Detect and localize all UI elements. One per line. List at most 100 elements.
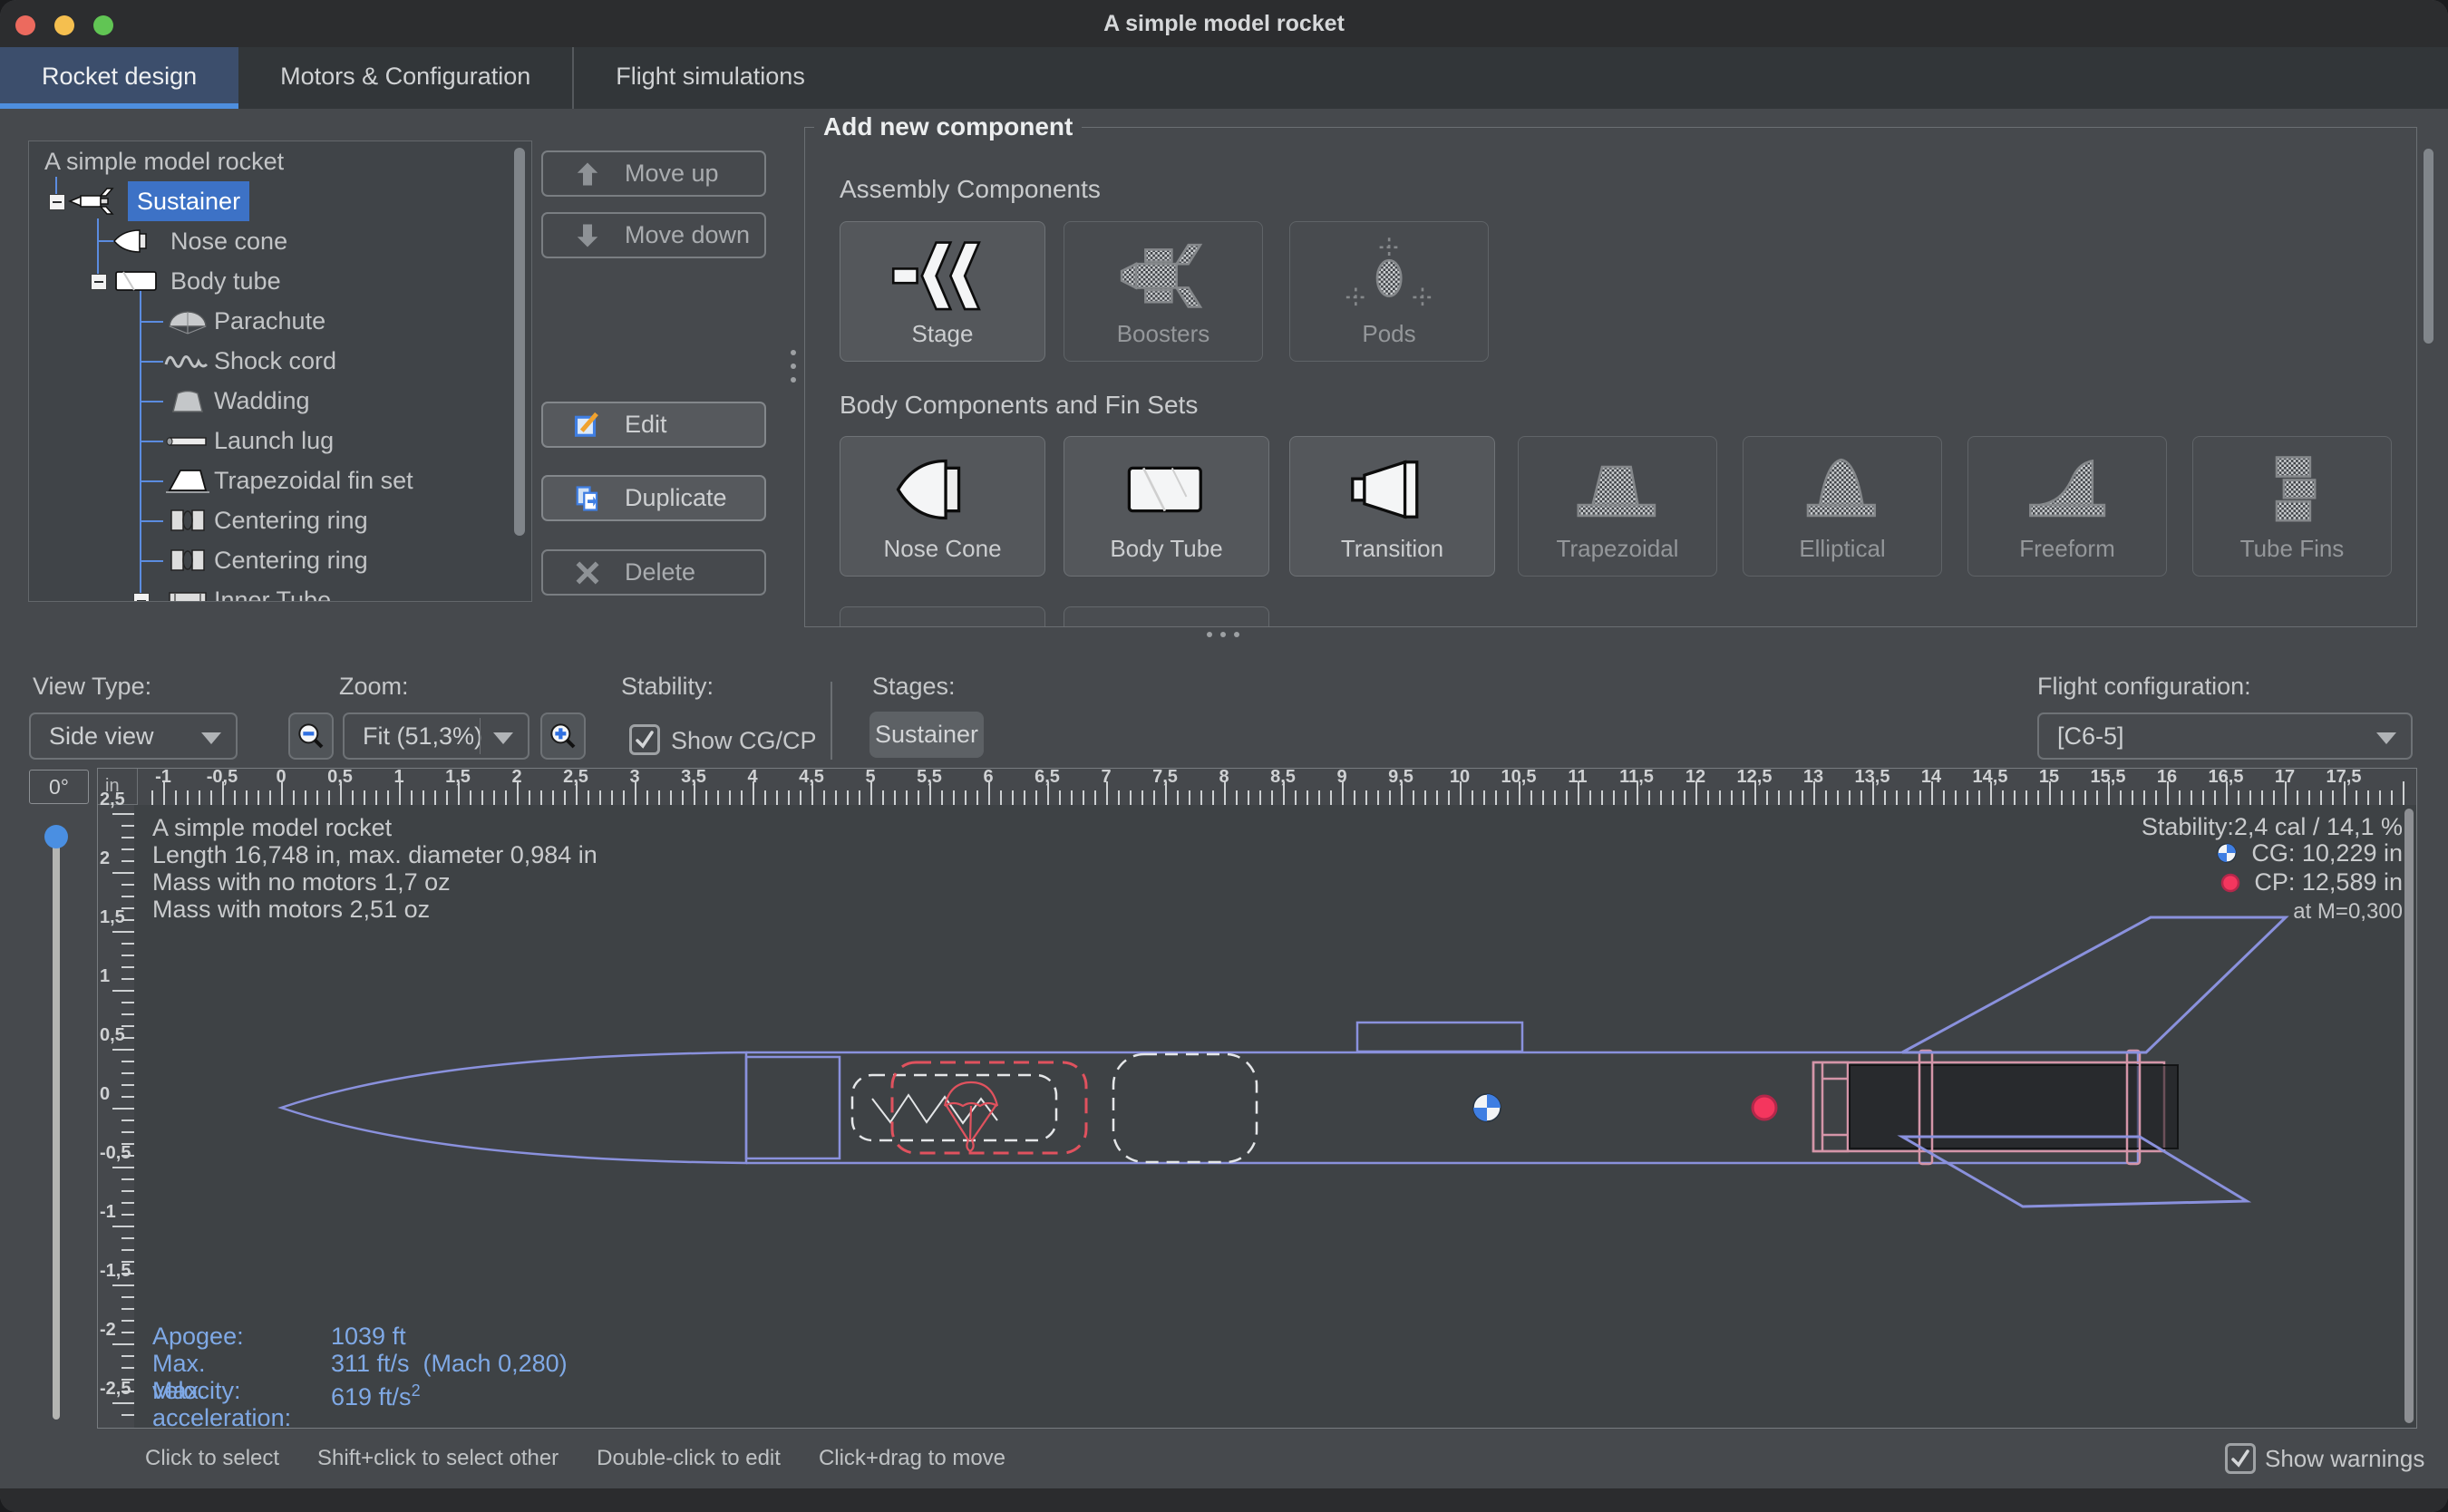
hint-shift-click-to-select-other: Shift+click to select other xyxy=(317,1446,559,1471)
tab-rocket-design[interactable]: Rocket design xyxy=(0,47,238,109)
tree-row-wadding-6[interactable]: Wadding xyxy=(29,381,531,421)
add-transition-button[interactable]: Transition xyxy=(1289,436,1495,577)
cg-marker xyxy=(1473,1094,1501,1121)
launch-lug-icon xyxy=(162,426,213,455)
cp-legend-icon xyxy=(2220,872,2240,898)
zoom-select[interactable]: Fit (51,3%) xyxy=(343,712,529,760)
tree-expander-icon[interactable] xyxy=(133,593,150,602)
window-bottom-edge xyxy=(0,1488,2448,1512)
toolbar-separator xyxy=(831,682,832,760)
tab-flight-simulations[interactable]: Flight simulations xyxy=(572,47,847,109)
tree-row-centering-ring-10[interactable]: Centering ring xyxy=(29,540,531,580)
add-nose-cone-button[interactable]: Nose Cone xyxy=(840,436,1045,577)
tree-row-a-simple-model-rocket-0[interactable]: A simple model rocket xyxy=(29,141,531,181)
tree-row-inner-tube-11[interactable]: Inner Tube xyxy=(29,580,531,602)
tree-row-trapezoidal-fin-set-8[interactable]: Trapezoidal fin set xyxy=(29,460,531,500)
tree-item-label: A simple model rocket xyxy=(44,141,284,181)
show-warnings-label: Show warnings xyxy=(2265,1445,2424,1473)
add-elliptical-button: Elliptical xyxy=(1743,436,1942,577)
tree-expander-icon[interactable] xyxy=(91,274,107,290)
arrow-up-icon xyxy=(574,160,601,188)
tree-row-launch-lug-7[interactable]: Launch lug xyxy=(29,421,531,460)
wadding-outline xyxy=(1113,1054,1257,1162)
duplicate-pages-icon xyxy=(574,485,601,512)
tree-item-label: Inner Tube xyxy=(214,580,331,602)
show-warnings-checkbox[interactable] xyxy=(2225,1443,2256,1474)
tree-expander-icon[interactable] xyxy=(49,194,65,210)
stages-label: Stages: xyxy=(872,673,956,701)
move-up-button[interactable]: Move up xyxy=(541,150,766,197)
tab-motors-configuration[interactable]: Motors & Configuration xyxy=(238,47,572,109)
shock-cord-outline xyxy=(852,1075,1056,1140)
delete-button[interactable]: Delete xyxy=(541,549,766,596)
hint-click-to-select: Click to select xyxy=(145,1446,279,1471)
centering-ring-icon xyxy=(162,506,213,535)
component-tree[interactable]: A simple model rocketSustainerNose coneB… xyxy=(28,141,532,602)
add-component-button-clipped[interactable] xyxy=(1064,606,1269,627)
move-down-button[interactable]: Move down xyxy=(541,212,766,258)
tree-row-body-tube-3[interactable]: Body tube xyxy=(29,261,531,301)
rotation-slider-track[interactable] xyxy=(53,836,60,1420)
flight-value: 311 ft/s (Mach 0,280) xyxy=(331,1350,568,1377)
add-component-button-clipped[interactable] xyxy=(840,606,1045,627)
stage-toggle-label: Sustainer xyxy=(875,721,978,749)
canvas-scrollbar[interactable] xyxy=(2404,809,2414,1423)
delete-label: Delete xyxy=(625,558,695,586)
view-type-select[interactable]: Side view xyxy=(29,712,238,760)
zoom-in-button[interactable] xyxy=(540,712,586,760)
cp-marker xyxy=(1753,1096,1776,1119)
add-boosters-button: Boosters xyxy=(1064,221,1263,362)
horizontal-splitter-handle[interactable] xyxy=(1207,632,1239,637)
duplicate-label: Duplicate xyxy=(625,484,727,512)
vertical-splitter-handle[interactable] xyxy=(791,350,796,391)
centering-ring-icon xyxy=(162,546,213,575)
add-stage-button[interactable]: Stage xyxy=(840,221,1045,362)
launch-lug-outline xyxy=(1357,1023,1522,1052)
zoom-out-button[interactable] xyxy=(288,712,334,760)
nose-cone-icon xyxy=(111,227,161,256)
rotation-slider-knob[interactable] xyxy=(44,825,68,848)
body-tube-icon xyxy=(111,267,161,296)
tree-item-label: Nose cone xyxy=(170,221,287,261)
status-bar: Click to select Shift+click to select oth… xyxy=(0,1429,2448,1488)
tree-item-label: Parachute xyxy=(214,301,325,341)
section-heading-body-components-and-fin-sets: Body Components and Fin Sets xyxy=(840,391,1198,420)
duplicate-button[interactable]: Duplicate xyxy=(541,475,766,521)
tree-row-parachute-4[interactable]: Parachute xyxy=(29,301,531,341)
add-tube-fins-button: Tube Fins xyxy=(2192,436,2392,577)
stability-text-value: 2,4 cal / 14,1 % xyxy=(2234,813,2403,840)
rotation-indicator: 0° xyxy=(29,770,89,804)
wadding-icon xyxy=(162,386,213,415)
show-cgcp-checkbox[interactable] xyxy=(629,724,660,755)
mach-note: at M=0,300 xyxy=(1949,898,2403,925)
tube-fins-icon xyxy=(2193,448,2391,531)
check-icon xyxy=(2229,1448,2251,1469)
tree-scrollbar[interactable] xyxy=(514,148,525,536)
tree-row-sustainer-1[interactable]: Sustainer xyxy=(29,181,531,221)
tree-row-shock-cord-5[interactable]: Shock cord xyxy=(29,341,531,381)
edit-button[interactable]: Edit xyxy=(541,402,766,448)
fin-icon xyxy=(162,466,213,495)
tree-item-label: Centering ring xyxy=(214,500,368,540)
tree-item-label: Trapezoidal fin set xyxy=(214,460,413,500)
flight-config-value: [C6-5] xyxy=(2057,714,2124,758)
chevron-down-icon xyxy=(2376,732,2396,744)
cp-value: 12,589 in xyxy=(2302,868,2403,896)
tree-item-label: Body tube xyxy=(170,261,281,301)
stage-toggle-sustainer[interactable]: Sustainer xyxy=(869,712,984,758)
rocket-icon xyxy=(68,187,119,216)
add-body-tube-button[interactable]: Body Tube xyxy=(1064,436,1269,577)
shock-cord-icon xyxy=(162,346,213,375)
nose-cone-outline xyxy=(281,1052,746,1163)
fin-upper xyxy=(1902,917,2286,1052)
flight-config-select[interactable]: [C6-5] xyxy=(2037,712,2413,760)
stage-icon xyxy=(840,233,1044,316)
tree-row-nose-cone-2[interactable]: Nose cone xyxy=(29,221,531,261)
flight-config-label: Flight configuration: xyxy=(2037,673,2251,701)
add-button-label: Tube Fins xyxy=(2193,535,2391,563)
elliptical-icon xyxy=(1744,448,1941,531)
tree-row-centering-ring-9[interactable]: Centering ring xyxy=(29,500,531,540)
add-button-label: Elliptical xyxy=(1744,535,1941,563)
engine-block xyxy=(1813,1062,1848,1151)
panel-scrollbar[interactable] xyxy=(2424,149,2433,344)
